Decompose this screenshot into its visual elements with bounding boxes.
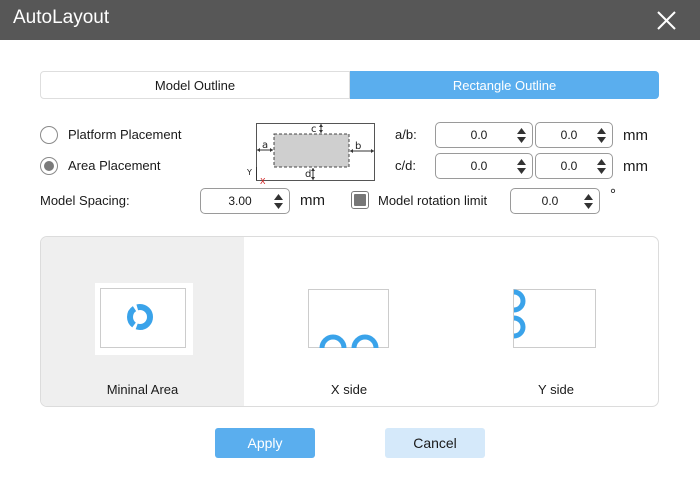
window-title: AutoLayout (13, 7, 110, 28)
area-placement-radio[interactable] (40, 157, 58, 175)
margin-b-input[interactable]: 0.0 (535, 122, 613, 148)
cd-label: c/d: (395, 158, 416, 173)
margin-b-value: 0.0 (560, 128, 578, 142)
margin-c-input[interactable]: 0.0 (435, 153, 533, 179)
spin-arrows-icon[interactable] (597, 128, 606, 143)
spin-arrows-icon[interactable] (274, 194, 283, 209)
spin-arrows-icon[interactable] (517, 159, 526, 174)
platform-placement-label: Platform Placement (68, 127, 182, 142)
diagram-axis-y: Y (246, 168, 252, 177)
cd-unit: mm (623, 158, 648, 175)
margin-a-value: 0.0 (470, 128, 488, 142)
model-rotation-unit: ° (610, 186, 616, 203)
close-icon (657, 11, 676, 30)
area-placement-label: Area Placement (68, 158, 161, 173)
diagram-label-a: a (262, 140, 268, 151)
margin-d-value: 0.0 (560, 159, 578, 173)
y-side-preview-icon (513, 289, 596, 348)
model-rotation-checkbox[interactable] (351, 191, 369, 209)
model-rotation-label: Model rotation limit (378, 193, 488, 208)
diagram-label-d: d (305, 169, 311, 180)
model-spacing-input[interactable]: 3.00 (200, 188, 290, 214)
model-spacing-label: Model Spacing: (40, 193, 130, 208)
model-rotation-input[interactable]: 0.0 (510, 188, 600, 214)
spin-arrows-icon[interactable] (597, 159, 606, 174)
title-bar: AutoLayout (0, 0, 700, 40)
spin-arrows-icon[interactable] (584, 194, 593, 209)
platform-placement-radio[interactable] (40, 126, 58, 144)
x-side-preview-icon (308, 289, 389, 349)
margin-a-input[interactable]: 0.0 (435, 122, 533, 148)
minimal-area-preview-icon (95, 283, 193, 355)
close-button[interactable] (651, 4, 683, 36)
option-minimal-area[interactable]: Mininal Area (41, 237, 244, 406)
model-rotation-value: 0.0 (541, 194, 559, 208)
option-y-side[interactable]: Y side (454, 237, 658, 406)
diagram-label-c: c (311, 124, 317, 135)
tab-model-outline[interactable]: Model Outline (40, 71, 350, 99)
cancel-button[interactable]: Cancel (385, 428, 485, 458)
option-x-side-label: X side (330, 382, 368, 397)
model-spacing-value: 3.00 (228, 194, 252, 208)
margin-diagram: c d a b Y X (246, 123, 375, 186)
model-spacing-unit: mm (300, 192, 325, 209)
option-minimal-area-label: Mininal Area (106, 382, 179, 397)
diagram-label-b: b (355, 141, 361, 152)
ab-unit: mm (623, 127, 648, 144)
spin-arrows-icon[interactable] (517, 128, 526, 143)
tab-rectangle-outline[interactable]: Rectangle Outline (350, 71, 659, 99)
option-x-side[interactable]: X side (244, 237, 454, 406)
margin-c-value: 0.0 (470, 159, 488, 173)
diagram-axis-x: X (260, 177, 266, 186)
margin-d-input[interactable]: 0.0 (535, 153, 613, 179)
ab-label: a/b: (395, 127, 417, 142)
option-y-side-label: Y side (538, 382, 574, 397)
apply-button[interactable]: Apply (215, 428, 315, 458)
